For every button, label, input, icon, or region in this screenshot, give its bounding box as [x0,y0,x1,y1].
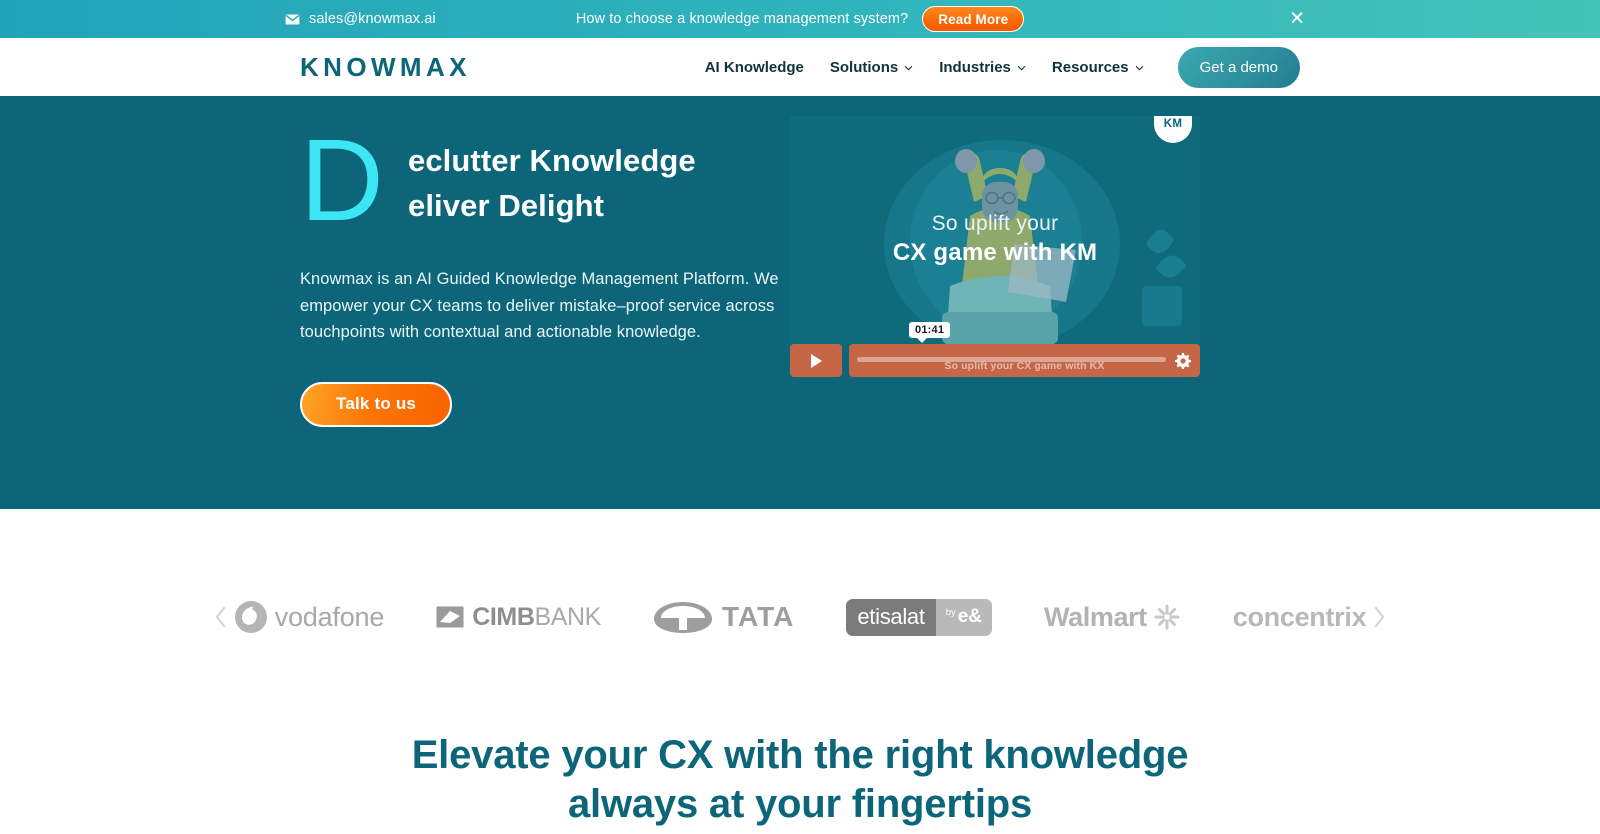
chevron-down-icon [1017,63,1026,71]
hero-heading-line2: eliver Delight [408,188,605,223]
video-caption: So uplift your CX game with KM [790,212,1200,267]
main-navigation: AI Knowledge Solutions Industries Resour… [705,46,1300,88]
section-heading-block: Elevate your CX with the right knowledge… [0,725,1600,829]
logo-vodafone-label: vodafone [274,601,385,632]
logo-cimb-bank[interactable]: CIMB BANK [436,595,601,639]
logo-vodafone[interactable]: vodafone [234,595,385,639]
announcement-center: How to choose a knowledge management sys… [575,6,1025,32]
vodafone-icon [234,601,267,633]
logo-walmart-label: Walmart [1044,601,1147,632]
nav-item-ai-knowledge[interactable]: AI Knowledge [705,59,804,76]
logo-tata[interactable]: TATA [653,595,794,639]
logo-etisalat-by: by [945,606,956,618]
chevron-down-icon [904,63,913,71]
video-progress-bar[interactable]: So uplift your CX game with KX 01:41 [849,322,1200,377]
logo-concentrix[interactable]: concentrix [1233,595,1367,639]
km-badge-label: KM [1163,118,1183,130]
logo-concentrix-label: concentrix [1232,601,1367,632]
etisalat-by-group: by e& [935,598,993,636]
hero-video[interactable]: So uplift your CX game with KM KM [790,116,1200,344]
logo-tata-label: TATA [721,601,795,632]
hero-heading-line1: eclutter Knowledge [408,143,696,178]
hero-paragraph: Knowmax is an AI Guided Knowledge Manage… [300,270,779,341]
hero-media: So uplift your CX game with KM KM So upl… [790,96,1300,509]
get-a-demo-button[interactable]: Get a demo [1177,46,1300,88]
nav-label: Resources [1051,58,1129,76]
video-caption-line1: So uplift your [931,212,1059,235]
gear-icon[interactable] [1175,353,1192,374]
video-caption-line2: CX game with KM [892,238,1098,266]
section-heading-line1: Elevate your CX with the right knowledge [411,733,1189,777]
close-icon[interactable]: ✕ [1289,10,1305,29]
play-icon[interactable] [790,344,842,377]
hero-section: D eclutter Knowledge eliver Delight Know… [0,96,1600,509]
hero-dropcap: D [300,115,384,245]
logo-cimb-label-light: BANK [534,602,601,631]
announcement-bar: sales@knowmax.ai How to choose a knowled… [0,0,1600,38]
logo-etisalat-label: etisalat [846,598,936,636]
announcement-email-text: sales@knowmax.ai [309,11,436,27]
nav-item-solutions[interactable]: Solutions [830,59,913,76]
nav-label: Industries [939,58,1011,76]
nav-item-industries[interactable]: Industries [939,59,1026,76]
section-heading-line2: always at your fingertips [567,782,1033,826]
chevron-left-icon[interactable] [208,606,234,628]
announcement-email[interactable]: sales@knowmax.ai [285,11,436,27]
chevron-down-icon [1135,63,1144,71]
logo-cimb-label-bold: CIMB [472,602,535,631]
envelope-icon [285,13,300,25]
chevron-right-icon[interactable] [1366,606,1392,628]
logo-etisalat-sub: e& [957,605,983,627]
announcement-message: How to choose a knowledge management sys… [575,11,909,27]
nav-label: Solutions [829,58,899,76]
logo-track: vodafone CIMB BANK TATA etisalat by e& W… [234,595,1367,639]
section-heading: Elevate your CX with the right knowledge… [0,731,1600,829]
video-timestamp: 01:41 [909,322,951,343]
walmart-spark-icon [1154,604,1180,630]
logo-etisalat[interactable]: etisalat by e& [846,595,993,639]
read-more-button[interactable]: Read More [922,6,1025,32]
tata-icon [653,602,712,633]
cimb-icon [436,606,464,628]
etisalat-pill: etisalat by e& [846,598,993,636]
logo-walmart[interactable]: Walmart [1044,595,1181,639]
knowmax-logo[interactable]: KNOWMAX [300,52,471,83]
talk-to-us-button[interactable]: Talk to us [300,381,453,427]
video-controls: So uplift your CX game with KX 01:41 [790,322,1200,377]
nav-label: AI Knowledge [704,58,804,76]
nav-item-resources[interactable]: Resources [1052,59,1144,76]
site-header: KNOWMAX AI Knowledge Solutions Industrie… [0,38,1600,96]
client-logo-carousel: vodafone CIMB BANK TATA etisalat by e& W… [0,509,1600,725]
video-subtitle: So uplift your CX game with KX [944,360,1105,372]
